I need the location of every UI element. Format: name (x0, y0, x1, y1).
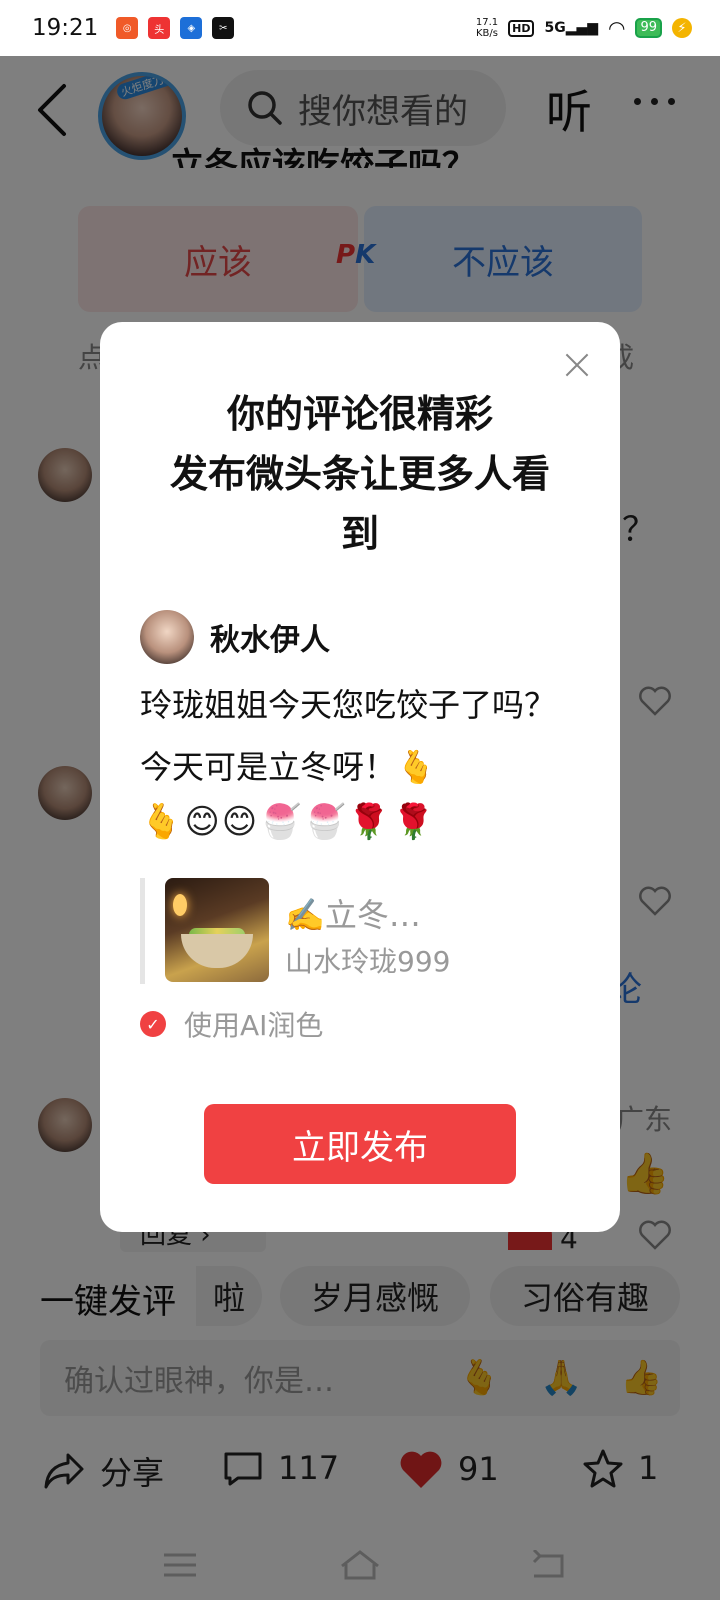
toutiao-notification-icon: 头 (148, 17, 171, 39)
ai-polish-label: 使用AI润色 (184, 1009, 324, 1042)
dialog-title: 你的评论很精彩 发布微头条让更多人看 到 (169, 392, 550, 556)
network-speed: 17.1 KB/s (475, 17, 499, 39)
username: 秋水伊人 (210, 623, 330, 658)
comment-text: 玲珑姐姐今天您吃饺子了吗？今天可是立冬呀！🫰 (140, 686, 557, 786)
status-bar: 19:21 ◎ 头 ◈ ✂ 17.1 KB/s HD 5G▂▄▆ ◠ 99 ⚡ (0, 0, 720, 56)
status-time: 19:21 (32, 15, 99, 41)
wifi-icon: ◠ (608, 16, 626, 40)
quoted-post-author: 山水玲珑999 (285, 945, 451, 978)
ai-polish-checkbox[interactable]: ✓ 使用AI润色 (140, 1004, 323, 1044)
publish-button[interactable]: 立即发布 (204, 1104, 516, 1184)
comment-emoji-row: 🫰😊😊🍧🍧🌹🌹 (140, 802, 437, 842)
avatar (140, 610, 194, 664)
charging-icon: ⚡ (672, 18, 692, 38)
notification-icons: ◎ 头 ◈ ✂ (116, 17, 235, 39)
app-notification-icon: ◎ (116, 17, 139, 39)
quoted-post-thumbnail (165, 878, 269, 982)
battery-icon: 99 (635, 18, 662, 38)
capcut-notification-icon: ✂ (212, 17, 235, 39)
publish-dialog: 你的评论很精彩 发布微头条让更多人看 到 秋水伊人 玲珑姐姐今天您吃饺子了吗？今… (100, 322, 620, 1232)
close-icon[interactable] (564, 352, 590, 378)
comment-author: 秋水伊人 (140, 610, 330, 664)
quoted-post-title: ✍️立冬… (285, 896, 421, 934)
app-notification-icon: ◈ (180, 17, 203, 39)
quoted-post: ✍️立冬… 山水玲珑999 (140, 878, 580, 984)
hd-icon: HD (508, 19, 535, 37)
signal-icon: 5G▂▄▆ (544, 20, 598, 36)
checkmark-icon: ✓ (140, 1011, 166, 1037)
